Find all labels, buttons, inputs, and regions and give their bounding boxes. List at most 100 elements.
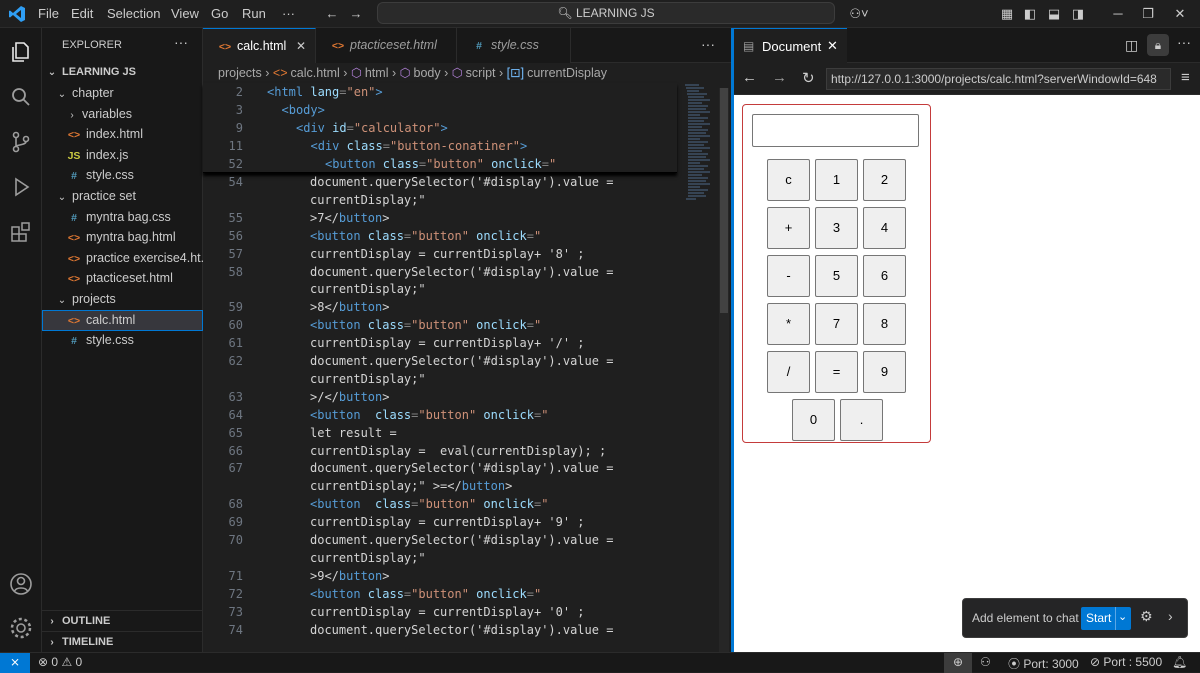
tree-item[interactable]: › variables <box>42 104 203 125</box>
calc-button[interactable]: c <box>767 159 810 201</box>
problems-indicator[interactable]: ⊗ 0 ⚠ 0 <box>38 655 82 669</box>
customize-layout-icon[interactable]: ▦ <box>997 4 1017 24</box>
calc-button[interactable]: * <box>767 303 810 345</box>
tree-item[interactable]: # style.css <box>42 330 203 351</box>
code-line[interactable]: 66 currentDisplay = eval(currentDisplay);… <box>203 442 677 460</box>
source-control-icon[interactable] <box>7 128 35 156</box>
port-5500-status[interactable]: ⊘ Port : 5500 <box>1090 655 1162 669</box>
code-line[interactable]: currentDisplay;" >=</button> <box>203 477 677 495</box>
code-line[interactable]: 58 document.querySelector('#display').val… <box>203 263 677 281</box>
code-line[interactable]: 9 <div id="calculator"> <box>203 119 731 137</box>
code-line[interactable]: 60 <button class="button" onclick=" <box>203 316 677 334</box>
editor-more-icon[interactable]: ··· <box>701 36 715 52</box>
restore-icon[interactable]: ❐ <box>1138 4 1158 24</box>
code-line[interactable]: 55 >7</button> <box>203 209 677 227</box>
tree-item[interactable]: <> myntra bag.html <box>42 227 203 248</box>
calculator-display[interactable] <box>752 114 919 147</box>
code-line[interactable]: 11 <div class="button-conatiner"> <box>203 137 731 155</box>
calc-button[interactable]: 7 <box>815 303 858 345</box>
breadcrumb-item[interactable]: body <box>414 66 441 80</box>
calc-button[interactable]: 3 <box>815 207 858 249</box>
calc-button[interactable]: 5 <box>815 255 858 297</box>
notifications-bell-icon[interactable]: 🔔︎ <box>1172 655 1187 669</box>
tree-item[interactable]: ⌄ chapter <box>42 83 203 104</box>
code-line[interactable]: 63 >/</button> <box>203 388 677 406</box>
calc-button[interactable]: - <box>767 255 810 297</box>
tree-item[interactable]: # style.css <box>42 165 203 186</box>
breadcrumb-item[interactable]: currentDisplay <box>527 66 607 80</box>
tree-item[interactable]: # myntra bag.css <box>42 207 203 228</box>
menu-item-run[interactable]: Run <box>242 0 266 28</box>
editor-tab[interactable]: # style.css <box>457 28 571 63</box>
start-button[interactable]: Start ⌄ <box>1081 607 1131 630</box>
calc-button[interactable]: = <box>815 351 858 393</box>
calc-button[interactable]: + <box>767 207 810 249</box>
calc-button[interactable]: . <box>840 399 883 441</box>
minimap[interactable] <box>683 83 713 223</box>
code-line[interactable]: 54 document.querySelector('#display').val… <box>203 173 677 191</box>
scrollbar-thumb[interactable] <box>720 88 728 313</box>
toggle-secondary-sidebar-icon[interactable]: ◨ <box>1068 4 1088 24</box>
browser-menu-icon[interactable]: ≡ <box>1181 69 1190 86</box>
chat-settings-icon[interactable]: ⚙ <box>1140 608 1153 625</box>
browser-tab[interactable]: ▤ Document ✕ <box>734 28 847 63</box>
minimize-icon[interactable]: ─ <box>1108 4 1128 24</box>
vertical-scrollbar[interactable] <box>719 88 729 652</box>
breadcrumb-item[interactable]: script <box>466 66 496 80</box>
back-arrow-icon[interactable]: ← <box>322 4 342 24</box>
calc-button[interactable]: / <box>767 351 810 393</box>
outline-section[interactable]: › OUTLINE <box>42 610 203 631</box>
breadcrumb-item[interactable]: calc.html <box>291 66 340 80</box>
editor-tab[interactable]: <> ptacticeset.html <box>316 28 457 63</box>
code-line[interactable]: 68 <button class="button" onclick=" <box>203 495 677 513</box>
menu-item-edit[interactable]: Edit <box>71 0 93 28</box>
search-icon[interactable] <box>7 83 35 111</box>
more-actions-icon[interactable]: ··· <box>174 34 188 50</box>
editor-tab[interactable]: <> calc.html ✕ <box>203 28 316 63</box>
code-line[interactable]: 74 document.querySelector('#display').val… <box>203 621 677 639</box>
browser-back-icon[interactable]: ← <box>742 69 757 86</box>
code-line[interactable]: currentDisplay;" <box>203 370 677 388</box>
settings-gear-icon[interactable] <box>7 614 35 642</box>
calc-button[interactable]: 6 <box>863 255 906 297</box>
menu-item-view[interactable]: View <box>171 0 199 28</box>
chevron-down-icon[interactable]: ⌄ <box>1118 610 1127 623</box>
tree-item[interactable]: <> calc.html <box>42 309 203 331</box>
close-tab-icon[interactable]: ✕ <box>827 38 838 54</box>
url-input[interactable]: http://127.0.0.1:3000/projects/calc.html… <box>826 68 1171 90</box>
zoom-icon[interactable]: ⊕ <box>944 653 972 673</box>
tree-item[interactable]: ⌄ projects <box>42 289 203 310</box>
code-line[interactable]: 2 <html lang="en"> <box>203 83 731 101</box>
lock-icon[interactable]: 🔒︎ <box>1147 34 1169 56</box>
code-line[interactable]: 67 document.querySelector('#display').val… <box>203 459 677 477</box>
code-line[interactable]: 59 >8</button> <box>203 298 677 316</box>
code-line[interactable]: 3 <body> <box>203 101 731 119</box>
code-line[interactable]: 52 <button class="button" onclick=" <box>203 155 731 173</box>
calc-button[interactable]: 8 <box>863 303 906 345</box>
calc-button[interactable]: 4 <box>863 207 906 249</box>
code-line[interactable]: 71 >9</button> <box>203 567 677 585</box>
tree-item[interactable]: ⌄ practice set <box>42 186 203 207</box>
close-tab-icon[interactable]: ✕ <box>296 29 306 64</box>
forward-arrow-icon[interactable]: → <box>346 4 366 24</box>
menu-item-more[interactable]: ··· <box>282 0 295 28</box>
tree-item[interactable]: JS index.js <box>42 145 203 166</box>
browser-more-icon[interactable]: ··· <box>1177 34 1191 50</box>
code-line[interactable]: currentDisplay;" <box>203 280 677 298</box>
workspace-root[interactable]: ⌄ LEARNING JS <box>42 62 203 83</box>
timeline-section[interactable]: › TIMELINE <box>42 631 203 652</box>
breadcrumb-item[interactable]: html <box>365 66 389 80</box>
code-line[interactable]: 57 currentDisplay = currentDisplay+ '8' ; <box>203 245 677 263</box>
chevron-right-icon[interactable]: › <box>1168 608 1173 624</box>
code-line[interactable]: 70 document.querySelector('#display').val… <box>203 531 677 549</box>
breadcrumb-item[interactable]: projects <box>218 66 262 80</box>
tree-item[interactable]: <> index.html <box>42 124 203 145</box>
account-icon[interactable] <box>7 570 35 598</box>
copilot-icon[interactable]: ⚇˅ <box>845 4 873 24</box>
explorer-icon[interactable] <box>7 38 35 66</box>
calc-button[interactable]: 1 <box>815 159 858 201</box>
tree-item[interactable]: <> ptacticeset.html <box>42 268 203 289</box>
toggle-panel-icon[interactable]: ⬓ <box>1044 4 1064 24</box>
run-debug-icon[interactable] <box>7 173 35 201</box>
tree-item[interactable]: <> practice exercise4.ht... <box>42 248 203 269</box>
